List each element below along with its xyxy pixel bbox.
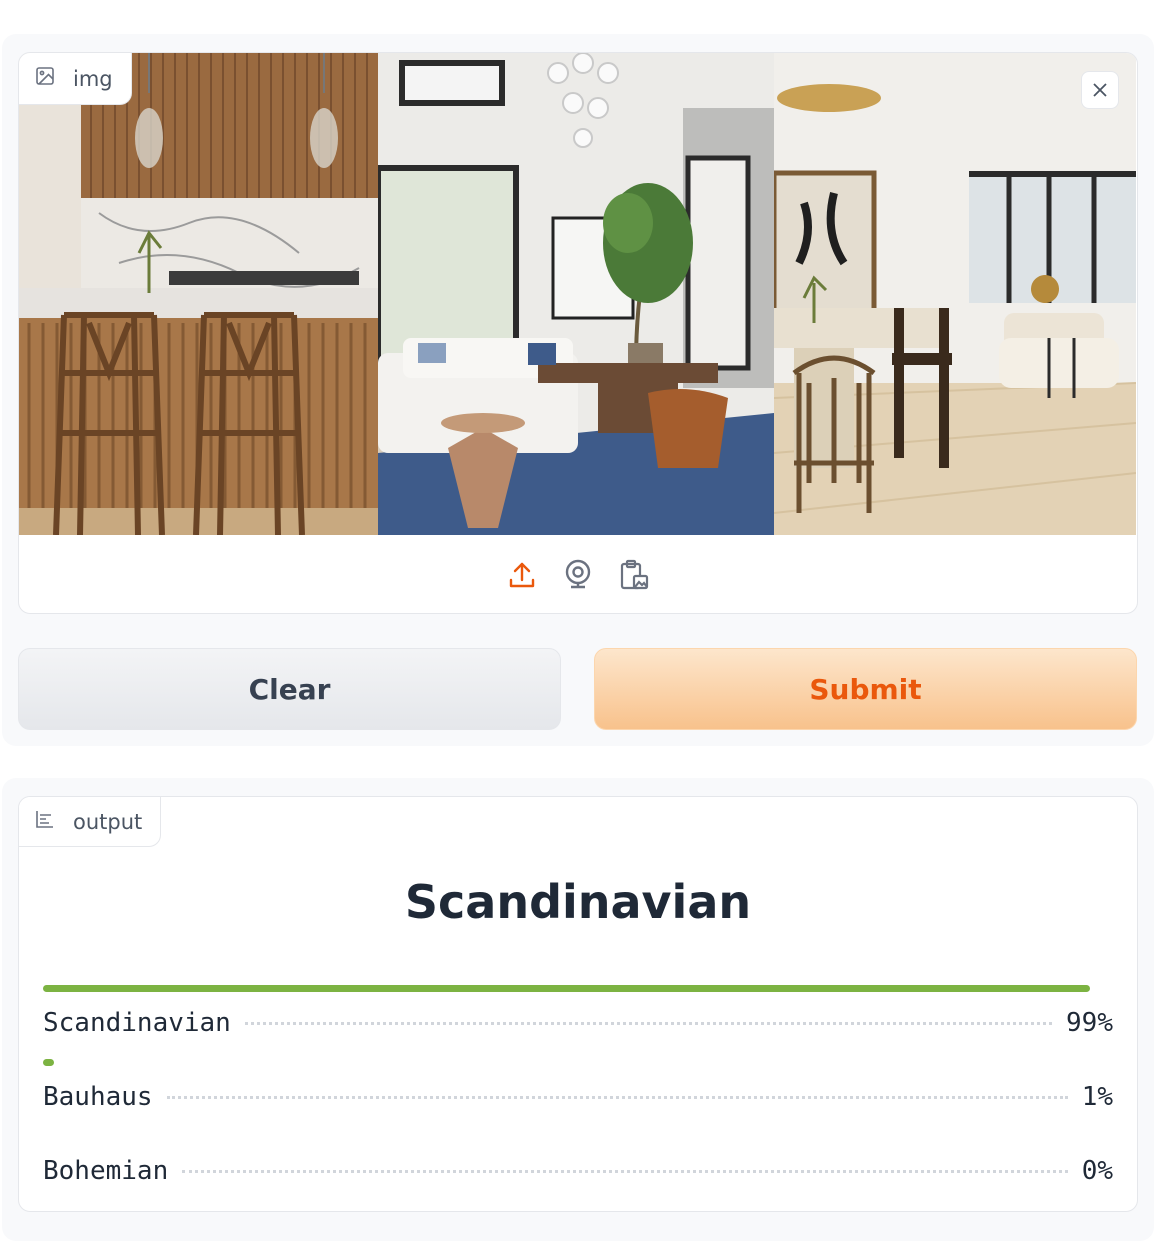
dining-room-photo (774, 53, 1136, 535)
confidence-bar (43, 985, 1091, 992)
image-icon (35, 66, 55, 91)
confidence-label: Scandinavian (43, 1008, 231, 1038)
clipboard-image-icon (620, 559, 649, 590)
output-label: output (19, 797, 162, 847)
input-panel: img Clear Submit (2, 34, 1154, 746)
dotted-leader (182, 1170, 1068, 1173)
confidence-row[interactable]: Bohemian 0% (43, 1133, 1113, 1186)
predicted-class: Scandinavian (404, 875, 752, 929)
upload-icon (509, 562, 535, 588)
bar-chart-icon (35, 809, 55, 834)
confidence-bar (43, 1059, 54, 1066)
clipboard-button[interactable] (619, 559, 649, 591)
image-label-text: img (73, 66, 113, 91)
output-panel: output Scandinavian Scandinavian 99% Bau… (2, 778, 1154, 1241)
living-room-photo (378, 53, 774, 535)
kitchen-photo (19, 53, 378, 535)
upload-button[interactable] (507, 559, 537, 591)
dotted-leader (166, 1096, 1068, 1099)
webcam-icon (565, 559, 591, 589)
webcam-button[interactable] (563, 559, 593, 591)
confidence-row[interactable]: Scandinavian 99% (43, 985, 1113, 1038)
confidence-row[interactable]: Bauhaus 1% (43, 1059, 1113, 1112)
submit-button[interactable]: Submit (594, 648, 1137, 730)
clear-button[interactable]: Clear (18, 648, 561, 730)
confidence-percent: 0% (1081, 1156, 1113, 1186)
output-label-block: output Scandinavian Scandinavian 99% Bau… (18, 796, 1138, 1212)
image-upload-area[interactable]: img (18, 52, 1138, 614)
confidence-label: Bauhaus (43, 1082, 153, 1112)
uploaded-image (19, 53, 1136, 535)
confidence-percent: 1% (1081, 1082, 1113, 1112)
confidence-percent: 99% (1066, 1008, 1113, 1038)
image-label: img (19, 53, 132, 105)
dotted-leader (244, 1022, 1053, 1025)
confidence-label: Bohemian (43, 1156, 169, 1186)
output-label-text: output (73, 809, 143, 834)
close-button[interactable] (1081, 71, 1119, 109)
image-source-bar (19, 537, 1137, 613)
close-icon (1093, 83, 1107, 97)
